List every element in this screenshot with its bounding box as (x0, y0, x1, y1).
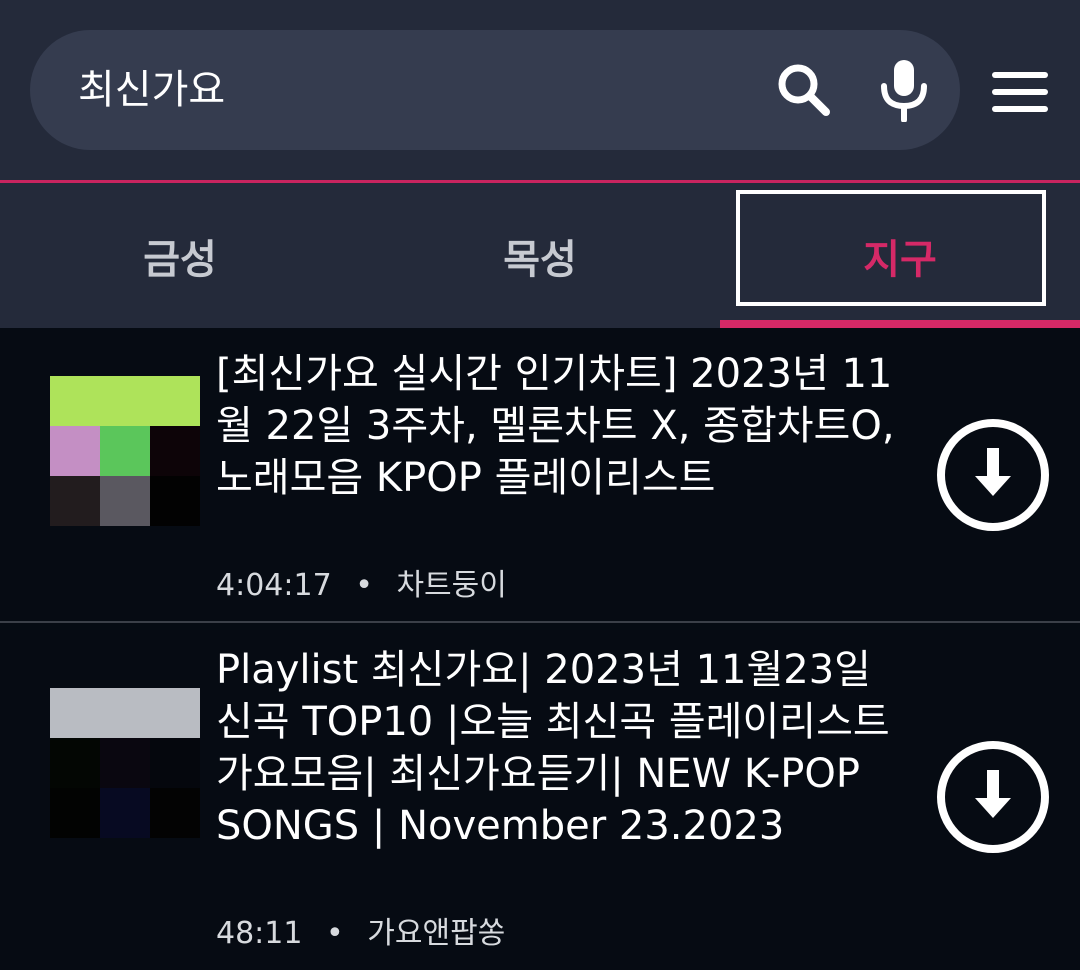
thumbnail-pixel (100, 426, 150, 476)
tab-bar: 금성 목성 지구 (0, 183, 1080, 328)
thumbnail-pixel (150, 788, 200, 838)
thumbnail-pixel (150, 688, 200, 738)
meta-separator: • (355, 568, 373, 603)
hamburger-menu-icon[interactable] (990, 70, 1050, 114)
video-meta: 4:04:17 • 차트둥이 (216, 566, 507, 606)
thumbnail-pixel (100, 788, 150, 838)
thumbnail-pixel (50, 788, 100, 838)
thumbnail-pixel (100, 738, 150, 788)
video-title[interactable]: Playlist 최신가요| 2023년 11월23일 신곡 TOP10 |오늘… (216, 644, 916, 852)
search-bar[interactable]: 최신가요 (30, 30, 960, 150)
meta-separator: • (326, 916, 344, 951)
thumbnail-pixel (150, 426, 200, 476)
thumbnail-pixel (50, 738, 100, 788)
tab-selected-indicator (720, 320, 1080, 328)
thumbnail-pixel (150, 476, 200, 526)
thumbnail-pixel (50, 476, 100, 526)
thumbnail-pixel (150, 738, 200, 788)
thumbnail-pixel (50, 688, 100, 738)
search-icon[interactable] (774, 60, 834, 120)
result-divider (0, 621, 1080, 623)
video-thumbnail[interactable] (50, 688, 200, 838)
video-duration: 4:04:17 (216, 568, 332, 603)
video-duration: 48:11 (216, 916, 303, 951)
result-item[interactable]: [최신가요 실시간 인기차트] 2023년 11월 22일 3주차, 멜론차트 … (0, 328, 1080, 622)
download-circle-icon[interactable] (936, 418, 1050, 532)
thumbnail-pixel (100, 688, 150, 738)
thumbnail-pixel (50, 426, 100, 476)
tab-jigu[interactable]: 지구 (720, 183, 1080, 328)
video-title[interactable]: [최신가요 실시간 인기차트] 2023년 11월 22일 3주차, 멜론차트 … (216, 348, 916, 504)
thumbnail-pixel (100, 476, 150, 526)
channel-name[interactable]: 가요앤팝쏭 (367, 916, 505, 951)
thumbnail-pixel (50, 376, 100, 426)
tab-geumseong[interactable]: 금성 (0, 183, 360, 328)
thumbnail-pixel (100, 376, 150, 426)
video-thumbnail[interactable] (50, 376, 200, 526)
result-item[interactable]: Playlist 최신가요| 2023년 11월23일 신곡 TOP10 |오늘… (0, 624, 1080, 970)
microphone-icon[interactable] (876, 58, 932, 122)
top-header: 최신가요 (0, 0, 1080, 180)
thumbnail-pixel (150, 376, 200, 426)
tab-mokseong[interactable]: 목성 (360, 183, 720, 328)
download-circle-icon[interactable] (936, 740, 1050, 854)
search-input[interactable]: 최신가요 (78, 64, 225, 116)
channel-name[interactable]: 차트둥이 (396, 568, 506, 603)
video-meta: 48:11 • 가요앤팝쏭 (216, 914, 505, 954)
